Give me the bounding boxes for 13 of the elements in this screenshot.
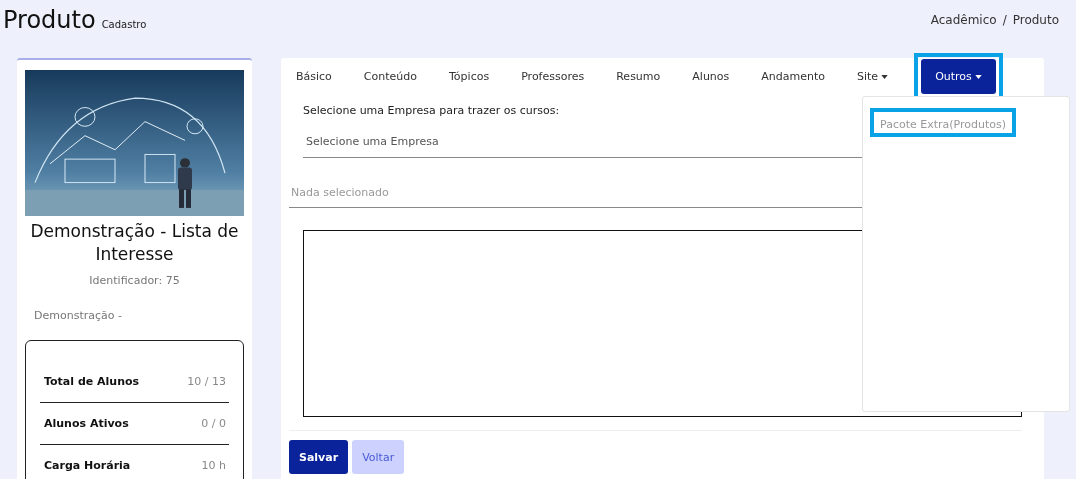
stat-value: 10 h	[201, 459, 227, 473]
stat-value: 0 / 0	[201, 417, 227, 431]
stat-label: Total de Alunos	[43, 375, 140, 389]
stat-label: Alunos Ativos	[43, 417, 129, 431]
product-name: Demonstração - Lista de Interesse	[29, 220, 240, 267]
product-identifier: Identificador: 75	[89, 274, 180, 288]
field-label: Selecione uma Empresa para trazer os cursos:	[303, 104, 561, 117]
stat-label: Carga Horária	[43, 459, 131, 473]
product-category: Demonstração -	[34, 309, 122, 323]
stat-value: 10 / 13	[187, 375, 227, 389]
page-title: Produto	[3, 6, 96, 34]
breadcrumb-separator: /	[1002, 13, 1007, 27]
page-subtitle: Cadastro	[101, 19, 147, 30]
